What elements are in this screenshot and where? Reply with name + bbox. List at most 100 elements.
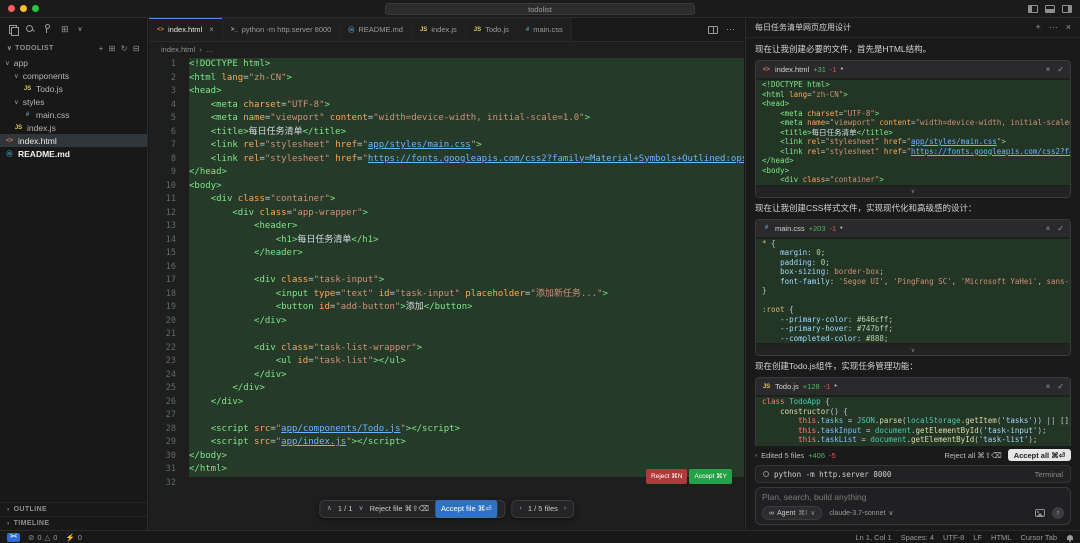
search-icon[interactable]	[26, 25, 35, 34]
source-control-icon[interactable]	[44, 24, 52, 34]
toggle-secondary-sidebar-icon[interactable]	[1062, 5, 1072, 13]
refresh-icon[interactable]: ↻	[121, 44, 128, 53]
terminal-command-suggestion[interactable]: python -m http.server 8000 Terminal	[755, 465, 1071, 483]
reject-button[interactable]: Reject ⌘N	[646, 469, 687, 485]
problems-indicator[interactable]: ⊘ 0 △ 0	[28, 533, 57, 542]
more-actions-icon[interactable]: ⋯	[1049, 22, 1058, 33]
model-selector[interactable]: claude-3.7-sonnet ∨	[829, 509, 893, 517]
tree-item-styles[interactable]: ∨styles	[0, 95, 147, 108]
line-content: <title>每日任务清单</title>	[189, 126, 744, 140]
tree-item-index.html[interactable]: <>index.html	[0, 134, 147, 147]
tab-index.js[interactable]: JSindex.js	[412, 18, 466, 41]
outline-section[interactable]: › OUTLINE	[0, 502, 147, 516]
breadcrumb-more[interactable]: …	[206, 45, 214, 54]
status-item[interactable]: Ln 1, Col 1	[855, 533, 891, 542]
tree-item-app[interactable]: ∨app	[0, 56, 147, 69]
tree-item-readme.md[interactable]: ⓜREADME.md	[0, 147, 147, 160]
accept-button[interactable]: Accept ⌘Y	[689, 469, 732, 485]
explorer-icon[interactable]	[9, 25, 17, 34]
new-file-icon[interactable]: +	[99, 44, 104, 53]
code-editor[interactable]: 1<!DOCTYPE html>2<html lang="zh-CN">3<he…	[149, 56, 744, 530]
tab-readme.md[interactable]: ⓜREADME.md	[340, 18, 412, 41]
code-line: 22 <div class="task-list-wrapper">	[149, 342, 744, 356]
edited-files-summary[interactable]: › Edited 5 files +406 -5 Reject all ⌘⇧⌫ …	[755, 449, 1071, 461]
status-item[interactable]: LF	[973, 533, 982, 542]
breadcrumb-file[interactable]: index.html	[161, 45, 195, 54]
toggle-panel-icon[interactable]	[1045, 5, 1055, 13]
attach-image-icon[interactable]	[1035, 509, 1045, 517]
tree-item-todo.js[interactable]: JSTodo.js	[0, 82, 147, 95]
card-header[interactable]: <> index.html +31 -1 • × ✓	[756, 61, 1070, 78]
accept-file-icon[interactable]: ✓	[1057, 65, 1064, 74]
accept-file-icon[interactable]: ✓	[1057, 382, 1064, 391]
agent-mode-selector[interactable]: ∞ Agent ⌘I ∨	[762, 506, 822, 520]
code-line: 27	[149, 409, 744, 423]
breadcrumb[interactable]: index.html › …	[149, 42, 744, 56]
tab-main.css[interactable]: #main.css	[518, 18, 572, 41]
new-folder-icon[interactable]: ⊞	[109, 44, 116, 53]
tab-python-m-http.server-8000[interactable]: >_python -m http.server 8000	[223, 18, 340, 41]
code-line: 2<html lang="zh-CN">	[149, 72, 744, 86]
chevron-down-icon[interactable]: ∨	[78, 26, 83, 33]
extensions-icon[interactable]: ⊞	[61, 25, 69, 34]
tree-item-components[interactable]: ∨components	[0, 69, 147, 82]
status-item[interactable]: Spaces: 4	[901, 533, 934, 542]
collapse-all-icon[interactable]: ⊟	[133, 44, 140, 53]
tree-item-label: index.js	[27, 123, 56, 133]
reject-all-button[interactable]: Reject all ⌘⇧⌫	[944, 451, 1001, 460]
send-icon[interactable]: ↑	[1052, 507, 1064, 519]
file-diff-card-todo-js[interactable]: JS Todo.js +128 -1 • × ✓ class TodoApp {…	[755, 377, 1071, 446]
line-content: <input type="text" id="task-input" place…	[189, 288, 744, 302]
status-item[interactable]: HTML	[991, 533, 1011, 542]
toggle-primary-sidebar-icon[interactable]	[1028, 5, 1038, 13]
remote-icon[interactable]: ><	[7, 533, 20, 542]
prev-file-icon[interactable]: ‹	[520, 502, 522, 516]
tab-label: python -m http.server 8000	[242, 25, 332, 34]
close-window-button[interactable]	[8, 5, 15, 12]
tab-todo.js[interactable]: JSTodo.js	[466, 18, 518, 41]
file-diff-card-index-html[interactable]: <> index.html +31 -1 • × ✓ <!DOCTYPE htm…	[755, 60, 1071, 198]
expand-card-button[interactable]: ∨	[756, 187, 1070, 197]
close-icon[interactable]: ×	[1066, 22, 1071, 33]
file-diff-card-main-css[interactable]: # main.css +203 -1 • × ✓ * { margin: 0; …	[755, 219, 1071, 357]
accept-all-button[interactable]: Accept all ⌘⏎	[1008, 449, 1071, 461]
explorer-section-header[interactable]: ∨ TODOLIST + ⊞ ↻ ⊟	[0, 40, 147, 56]
tree-item-index.js[interactable]: JSindex.js	[0, 121, 147, 134]
explorer-actions: + ⊞ ↻ ⊟	[99, 44, 140, 53]
line-number: 13	[149, 220, 189, 234]
ai-chat-panel: 每日任务清单网页应用设计 + ⋯ × 现在让我创建必要的文件，首先是HTML结构…	[745, 18, 1080, 530]
code-line: 19 <button id="add-button">添加</button>	[149, 301, 744, 315]
tree-item-main.css[interactable]: #main.css	[0, 108, 147, 121]
status-item[interactable]: UTF-8	[943, 533, 964, 542]
window-title[interactable]: todolist	[385, 3, 695, 15]
close-icon[interactable]: ×	[209, 25, 214, 34]
chat-input[interactable]	[762, 492, 1064, 502]
nav-up-icon[interactable]: ∧	[327, 502, 332, 516]
card-header[interactable]: JS Todo.js +128 -1 • × ✓	[756, 378, 1070, 395]
extra-indicator[interactable]: ⚡ 0	[65, 533, 82, 542]
split-editor-icon[interactable]	[708, 26, 718, 34]
reject-file-icon[interactable]: ×	[1046, 382, 1051, 391]
card-header[interactable]: # main.css +203 -1 • × ✓	[756, 220, 1070, 237]
expand-card-button[interactable]: ∨	[756, 345, 1070, 355]
next-file-icon[interactable]: ›	[564, 502, 566, 516]
minimize-window-button[interactable]	[20, 5, 27, 12]
composer-controls: ∞ Agent ⌘I ∨ claude-3.7-sonnet ∨ ↑	[762, 506, 1064, 520]
modified-dot: •	[841, 66, 843, 73]
status-item[interactable]: Cursor Tab	[1020, 533, 1057, 542]
total-removed-count: -5	[829, 451, 836, 460]
new-chat-icon[interactable]: +	[1035, 22, 1040, 33]
tab-index.html[interactable]: <>index.html×	[149, 18, 223, 41]
timeline-section[interactable]: › TIMELINE	[0, 516, 147, 530]
reject-file-icon[interactable]: ×	[1046, 65, 1051, 74]
zoom-window-button[interactable]	[32, 5, 39, 12]
model-name: claude-3.7-sonnet	[829, 510, 885, 517]
reject-file-icon[interactable]: ×	[1046, 224, 1051, 233]
reject-file-button[interactable]: Reject file ⌘⇧⌫	[370, 502, 429, 516]
bell-icon[interactable]	[1067, 535, 1073, 540]
accept-file-icon[interactable]: ✓	[1057, 224, 1064, 233]
activity-bar: ⊞ ∨	[0, 18, 147, 40]
accept-file-button[interactable]: Accept file ⌘⏎	[435, 500, 497, 518]
nav-down-icon[interactable]: ∨	[359, 502, 364, 516]
more-actions-icon[interactable]: ⋯	[726, 24, 735, 35]
